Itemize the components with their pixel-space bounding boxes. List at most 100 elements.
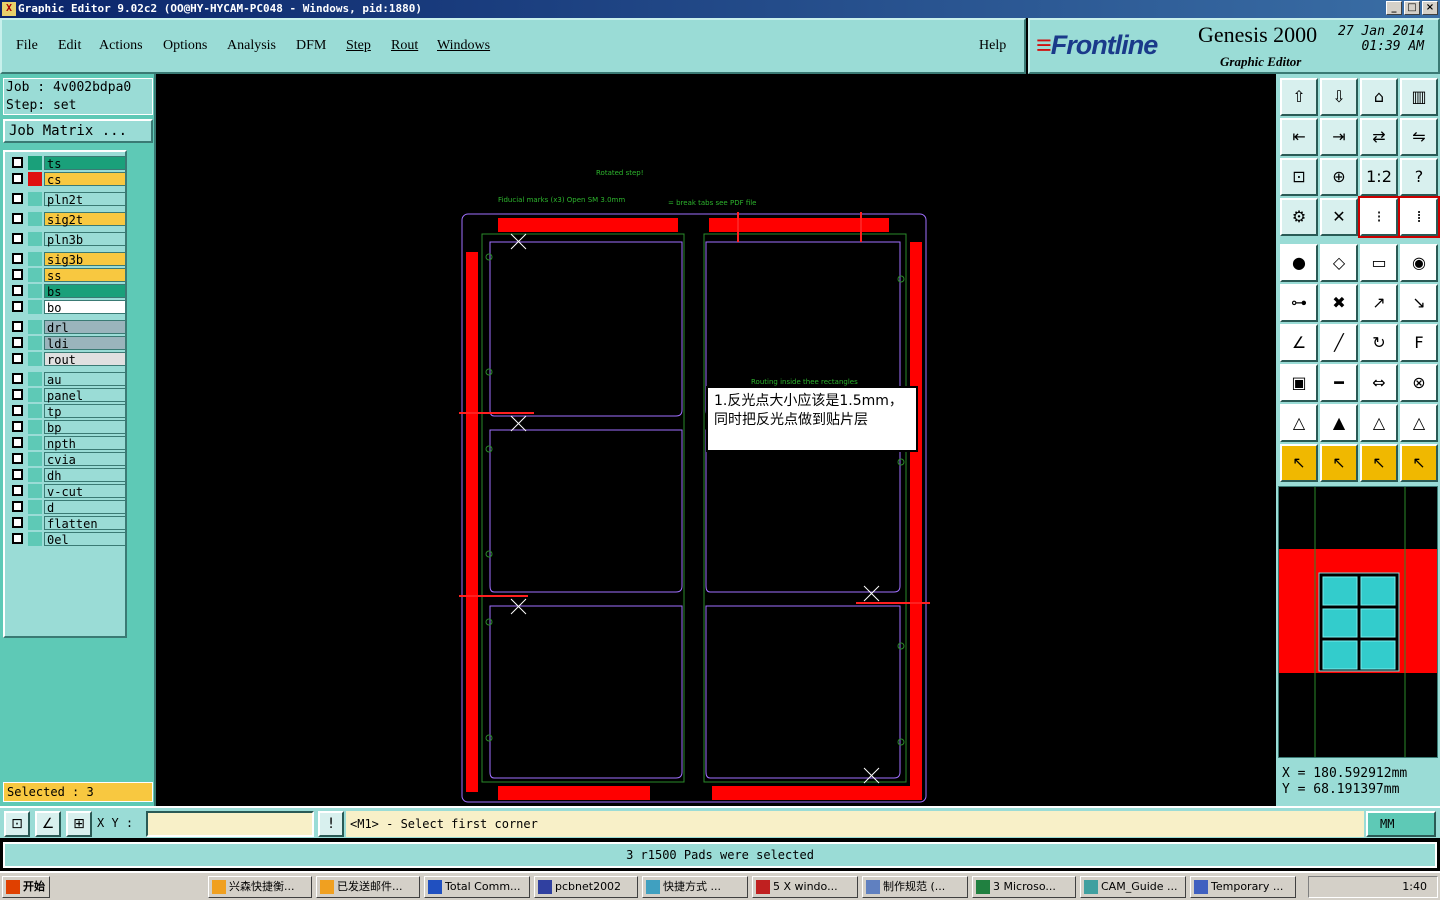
layer-row[interactable]: v-cut bbox=[8, 484, 126, 499]
taskbar-button[interactable]: Temporary ... bbox=[1190, 876, 1296, 898]
layer-name[interactable]: ss bbox=[44, 268, 126, 283]
layer-row[interactable]: pln2t bbox=[8, 192, 126, 207]
taskbar-button[interactable]: 3 Microso... bbox=[972, 876, 1076, 898]
layer-name[interactable]: pln3b bbox=[44, 232, 126, 247]
flip-icon[interactable]: ⇄ bbox=[1360, 118, 1398, 156]
layer-row[interactable]: bo bbox=[8, 300, 126, 315]
layer-name[interactable]: ldi bbox=[44, 336, 126, 351]
shape-icon[interactable]: ◇ bbox=[1320, 244, 1358, 282]
layer-name[interactable]: d bbox=[44, 500, 126, 515]
connect-icon[interactable]: ↗ bbox=[1360, 284, 1398, 322]
zoom-center-icon[interactable]: ⊕ bbox=[1320, 158, 1358, 196]
close-button[interactable]: × bbox=[1422, 1, 1438, 15]
zoom-fit-icon[interactable]: ⊡ bbox=[1280, 158, 1318, 196]
layer-name[interactable]: panel bbox=[44, 388, 126, 403]
layer-color-swatch[interactable] bbox=[28, 468, 42, 482]
snap-icon[interactable]: ✖ bbox=[1320, 284, 1358, 322]
arc-icon[interactable]: ↻ bbox=[1360, 324, 1398, 362]
layer-checkbox[interactable] bbox=[12, 421, 23, 432]
layer-color-swatch[interactable] bbox=[28, 252, 42, 266]
menu-actions[interactable]: Actions bbox=[99, 38, 143, 54]
measure-icon[interactable]: ⚙ bbox=[1280, 198, 1318, 236]
layer-checkbox[interactable] bbox=[12, 469, 23, 480]
layer-name[interactable]: bo bbox=[44, 300, 126, 315]
window-titlebar[interactable]: X Graphic Editor 9.02c2 (OO@HY-HYCAM-PC0… bbox=[0, 0, 1440, 18]
layer-row[interactable]: npth bbox=[8, 436, 126, 451]
netlist-icon[interactable]: ⁝ bbox=[1358, 196, 1400, 238]
layer-color-swatch[interactable] bbox=[28, 212, 42, 226]
triangle-a-icon[interactable]: ▲ bbox=[1320, 404, 1358, 442]
pad-icon[interactable]: ● bbox=[1280, 244, 1318, 282]
dimension-icon[interactable]: ⇔ bbox=[1360, 364, 1398, 402]
taskbar-button[interactable]: 制作规范 (... bbox=[862, 876, 968, 898]
job-matrix-button[interactable]: Job Matrix ... bbox=[3, 119, 153, 143]
layer-row[interactable]: ldi bbox=[8, 336, 126, 351]
layer-row[interactable]: pln3b bbox=[8, 232, 126, 247]
overview-map[interactable] bbox=[1278, 486, 1438, 758]
pointer-path-icon[interactable]: ↖ bbox=[1400, 444, 1438, 482]
layer-name[interactable]: sig3b bbox=[44, 252, 126, 267]
layer-name[interactable]: v-cut bbox=[44, 484, 126, 499]
layer-name[interactable]: pln2t bbox=[44, 192, 126, 207]
layer-row[interactable]: cs bbox=[8, 172, 126, 187]
scale-1-2-icon[interactable]: 1:2 bbox=[1360, 158, 1398, 196]
open-step-icon[interactable]: ⇧ bbox=[1280, 78, 1318, 116]
pointer-box-icon[interactable]: ↖ bbox=[1320, 444, 1358, 482]
menu-rout[interactable]: Rout bbox=[391, 38, 418, 54]
triangle-c-icon[interactable]: △ bbox=[1400, 404, 1438, 442]
layer-color-swatch[interactable] bbox=[28, 420, 42, 434]
layer-checkbox[interactable] bbox=[12, 437, 23, 448]
minimize-button[interactable]: _ bbox=[1386, 1, 1402, 15]
layer-color-swatch[interactable] bbox=[28, 352, 42, 366]
window-icon[interactable]: ▥ bbox=[1400, 78, 1438, 116]
layer-row[interactable]: panel bbox=[8, 388, 126, 403]
menu-options[interactable]: Options bbox=[163, 38, 207, 54]
layer-checkbox[interactable] bbox=[12, 269, 23, 280]
layer-checkbox[interactable] bbox=[12, 213, 23, 224]
layer-name[interactable]: ts bbox=[44, 156, 126, 171]
layer-row[interactable]: bp bbox=[8, 420, 126, 435]
layer-name[interactable]: rout bbox=[44, 352, 126, 367]
layer-checkbox[interactable] bbox=[12, 389, 23, 400]
layer-color-swatch[interactable] bbox=[28, 336, 42, 350]
layer-name[interactable]: bp bbox=[44, 420, 126, 435]
layer-row[interactable]: ss bbox=[8, 268, 126, 283]
layer-name[interactable]: cs bbox=[44, 172, 126, 187]
layer-color-swatch[interactable] bbox=[28, 484, 42, 498]
layer-color-swatch[interactable] bbox=[28, 300, 42, 314]
menu-step[interactable]: Step bbox=[346, 38, 371, 54]
layer-row[interactable]: 0el bbox=[8, 532, 126, 547]
layer-row[interactable]: flatten bbox=[8, 516, 126, 531]
netlist-alt-icon[interactable]: ⁞ bbox=[1398, 196, 1440, 238]
layer-checkbox[interactable] bbox=[12, 157, 23, 168]
pointer-highlight-icon[interactable]: ↖ bbox=[1360, 444, 1398, 482]
layer-color-swatch[interactable] bbox=[28, 284, 42, 298]
menu-file[interactable]: File bbox=[16, 38, 38, 54]
layer-name[interactable]: npth bbox=[44, 436, 126, 451]
layer-checkbox[interactable] bbox=[12, 301, 23, 312]
layer-color-swatch[interactable] bbox=[28, 372, 42, 386]
taskbar-button[interactable]: 快捷方式 ... bbox=[642, 876, 748, 898]
layer-checkbox[interactable] bbox=[12, 193, 23, 204]
layer-color-swatch[interactable] bbox=[28, 436, 42, 450]
layer-name[interactable]: tp bbox=[44, 404, 126, 419]
layer-checkbox[interactable] bbox=[12, 485, 23, 496]
layer-checkbox[interactable] bbox=[12, 501, 23, 512]
unit-selector[interactable]: MM bbox=[1366, 811, 1436, 837]
taskbar-button[interactable]: CAM_Guide ... bbox=[1080, 876, 1186, 898]
layer-checkbox[interactable] bbox=[12, 321, 23, 332]
layer-checkbox[interactable] bbox=[12, 405, 23, 416]
layer-checkbox[interactable] bbox=[12, 453, 23, 464]
layer-color-swatch[interactable] bbox=[28, 500, 42, 514]
layer-checkbox[interactable] bbox=[12, 353, 23, 364]
menu-edit[interactable]: Edit bbox=[58, 38, 81, 54]
triangle-b-icon[interactable]: △ bbox=[1360, 404, 1398, 442]
menu-windows[interactable]: Windows bbox=[437, 38, 490, 54]
group-icon[interactable]: ⊗ bbox=[1400, 364, 1438, 402]
connect-alt-icon[interactable]: ↘ bbox=[1400, 284, 1438, 322]
layer-checkbox[interactable] bbox=[12, 285, 23, 296]
layer-checkbox[interactable] bbox=[12, 173, 23, 184]
menu-dfm[interactable]: DFM bbox=[296, 38, 326, 54]
layer-color-swatch[interactable] bbox=[28, 172, 42, 186]
import-icon[interactable]: ⇤ bbox=[1280, 118, 1318, 156]
